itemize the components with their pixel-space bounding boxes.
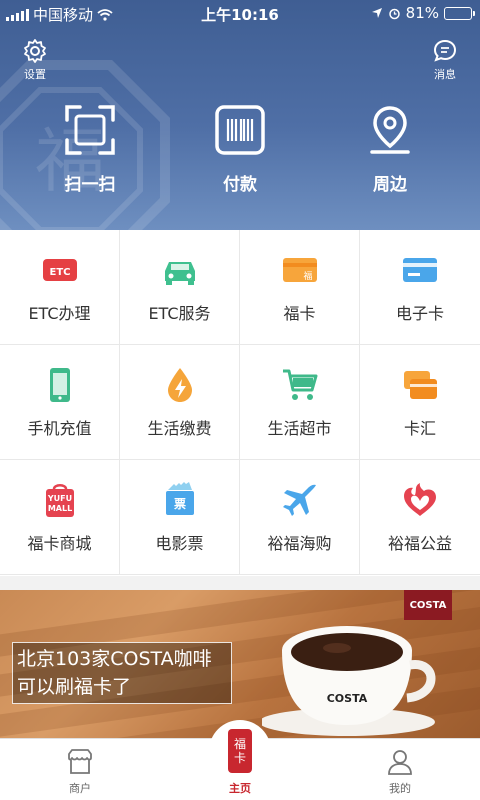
service-label: 裕福海购 <box>267 534 332 553</box>
scan-icon <box>65 105 115 155</box>
location-pin-icon <box>370 106 410 154</box>
service-label: 福卡 <box>283 304 316 323</box>
battery-icon <box>444 6 475 20</box>
service-etc-apply[interactable]: ETC ETC办理 <box>0 230 120 345</box>
service-label: 裕福公益 <box>387 534 452 553</box>
scan-label: 扫一扫 <box>64 175 116 195</box>
service-fu-mall[interactable]: YUFU MALL 福卡商城 <box>0 460 120 575</box>
cart-icon <box>282 369 317 400</box>
phone-icon <box>49 368 70 402</box>
settings-label: 设置 <box>24 68 46 81</box>
e-card-icon <box>403 258 437 282</box>
plane-icon <box>282 484 316 516</box>
service-utility-bills[interactable]: 生活缴费 <box>120 345 240 460</box>
service-label: 生活超市 <box>267 419 332 438</box>
cards-icon <box>404 371 437 399</box>
service-overseas-shopping[interactable]: 裕福海购 <box>240 460 360 575</box>
tab-label: 我的 <box>389 782 411 795</box>
tab-mine[interactable]: 我的 <box>320 739 480 800</box>
banner-headline: 北京103家COSTA咖啡 可以刷福卡了 <box>12 642 232 704</box>
svg-text:ETC: ETC <box>49 267 70 278</box>
charity-heart-icon <box>404 483 436 516</box>
chat-bubble-icon <box>433 39 457 62</box>
service-charity[interactable]: 裕福公益 <box>360 460 480 575</box>
service-fu-card[interactable]: 福 福卡 <box>240 230 360 345</box>
banner-line-2: 可以刷福卡了 <box>17 676 132 698</box>
store-icon <box>68 749 92 774</box>
battery-percent: 81% <box>405 4 439 22</box>
ticket-icon: 票 <box>165 482 194 515</box>
service-label: 手机充值 <box>27 419 92 438</box>
service-label: ETC服务 <box>148 304 211 323</box>
pay-label: 付款 <box>223 175 257 195</box>
cup-brand-text: COSTA <box>327 692 368 705</box>
messages-label: 消息 <box>434 68 456 81</box>
banner-line-1: 北京103家COSTA咖啡 <box>17 648 212 670</box>
service-label: 电子卡 <box>395 304 444 323</box>
alarm-icon <box>388 8 400 19</box>
svg-text:票: 票 <box>173 497 185 511</box>
service-label: 卡汇 <box>403 419 436 438</box>
messages-button[interactable]: 消息 <box>432 38 458 82</box>
etc-card-icon: ETC <box>42 259 77 281</box>
service-label: 福卡商城 <box>27 534 92 553</box>
promo-banner[interactable]: COSTA 北京103家COSTA咖啡 可以刷福卡了 COSTA <box>0 590 480 738</box>
settings-button[interactable]: 设置 <box>22 38 48 82</box>
coffee-cup-image: COSTA <box>262 626 436 736</box>
service-etc-service[interactable]: ETC服务 <box>120 230 240 345</box>
tab-label: 商户 <box>69 782 91 795</box>
service-label: 电影票 <box>155 534 204 553</box>
header: 福 中国移动 上午10:16 81% 设置 消息 扫一扫 付款 周边 <box>0 0 480 230</box>
fu-seal-icon: 福 卡 <box>228 729 252 773</box>
status-bar: 中国移动 上午10:16 81% <box>0 0 480 26</box>
service-e-card[interactable]: 电子卡 <box>360 230 480 345</box>
nearby-label: 周边 <box>373 175 407 195</box>
service-label: ETC办理 <box>28 304 91 323</box>
utility-drop-icon <box>167 368 192 402</box>
seal-char-top: 福 <box>233 737 246 751</box>
home-seal-button[interactable]: 福 卡 <box>209 720 271 782</box>
svg-text:MALL: MALL <box>47 504 71 513</box>
svg-text:福: 福 <box>303 270 312 282</box>
svg-text:YUFU: YUFU <box>46 494 71 503</box>
tab-label: 主页 <box>229 782 251 795</box>
service-card-hub[interactable]: 卡汇 <box>360 345 480 460</box>
mall-bag-icon: YUFUMALL <box>45 484 74 517</box>
user-icon <box>388 750 412 775</box>
barcode-icon <box>215 105 265 155</box>
location-arrow-icon <box>371 8 382 18</box>
services-grid: ETC ETC办理 ETC服务 福 福卡 电子卡 手机充值 生活缴费 生活超市 … <box>0 230 480 576</box>
pay-button[interactable]: 付款 <box>190 104 290 195</box>
service-supermarket[interactable]: 生活超市 <box>240 345 360 460</box>
service-movie-tickets[interactable]: 票 电影票 <box>120 460 240 575</box>
tab-merchants[interactable]: 商户 <box>0 739 160 800</box>
fu-card-icon: 福 <box>282 258 317 282</box>
gear-icon <box>24 39 46 63</box>
car-icon <box>164 262 195 285</box>
service-mobile-topup[interactable]: 手机充值 <box>0 345 120 460</box>
service-label: 生活缴费 <box>147 419 212 438</box>
nearby-button[interactable]: 周边 <box>340 104 440 195</box>
scan-button[interactable]: 扫一扫 <box>40 104 140 195</box>
seal-char-bottom: 卡 <box>233 751 246 765</box>
